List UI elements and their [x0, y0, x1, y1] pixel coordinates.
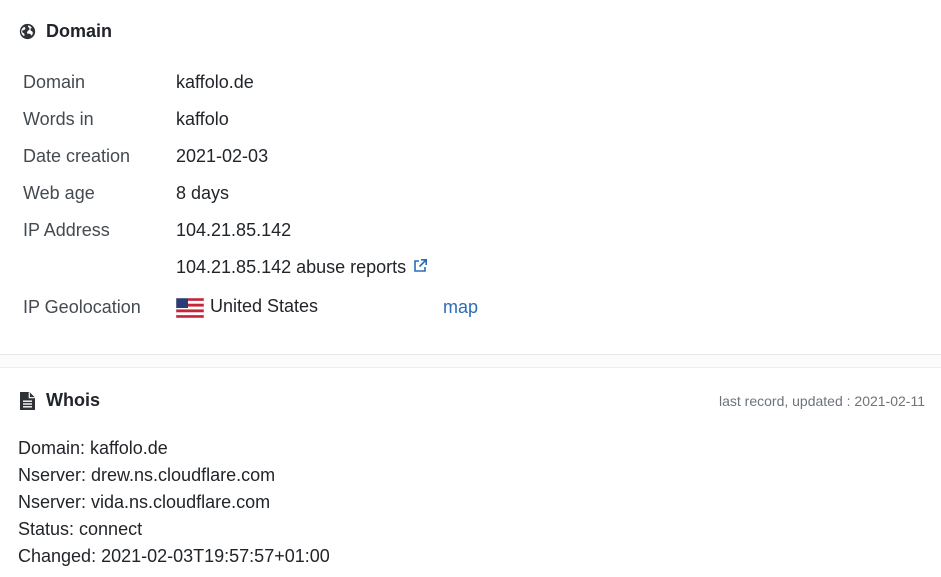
whois-line-changed: Changed: 2021-02-03T19:57:57+01:00 [18, 546, 330, 566]
value-domain: kaffolo.de [176, 71, 254, 92]
label-date-creation: Date creation [23, 145, 131, 166]
value-web-age: 8 days [176, 182, 230, 203]
label-ip-geolocation: IP Geolocation [23, 296, 141, 317]
external-link-icon [412, 258, 428, 274]
whois-title: Whois [46, 390, 100, 410]
geolocation-country: United States [210, 296, 319, 317]
whois-line-nserver-1: Nserver: drew.ns.cloudflare.com [18, 465, 276, 485]
label-web-age: Web age [23, 182, 95, 203]
value-ip-geolocation: United States [175, 296, 319, 318]
whois-line-nserver-2: Nserver: vida.ns.cloudflare.com [18, 492, 271, 512]
row-date-creation: Date creation 2021-02-03 [23, 144, 268, 168]
row-abuse-reports: 104.21.85.142 abuse reports [23, 255, 428, 279]
document-icon [18, 391, 36, 410]
domain-header: Domain [18, 21, 112, 42]
domain-section: Domain Domain kaffolo.de Words in kaffol… [0, 0, 941, 355]
label-words-in: Words in [23, 108, 94, 129]
row-ip-geolocation: IP Geolocation United States map [23, 295, 478, 319]
whois-record: Domain: kaffolo.de Nserver: drew.ns.clou… [18, 435, 330, 570]
value-words-in: kaffolo [176, 108, 229, 129]
whois-line-status: Status: connect [18, 519, 143, 539]
globe-icon [18, 23, 36, 41]
map-link[interactable]: map [443, 297, 478, 318]
section-divider [0, 354, 941, 368]
us-flag-icon [175, 297, 205, 318]
row-domain: Domain kaffolo.de [23, 70, 254, 94]
whois-header: Whois [18, 390, 100, 411]
abuse-reports-label: 104.21.85.142 abuse reports [176, 256, 407, 277]
value-date-creation: 2021-02-03 [176, 145, 269, 166]
label-domain: Domain [23, 71, 86, 92]
whois-updated: last record, updated : 2021-02-11 [719, 393, 925, 409]
row-web-age: Web age 8 days [23, 181, 229, 205]
whois-section: Whois last record, updated : 2021-02-11 … [0, 369, 941, 577]
ip-address-link[interactable]: 104.21.85.142 [176, 220, 291, 241]
row-ip-address: IP Address 104.21.85.142 [23, 218, 291, 242]
abuse-reports-link[interactable]: 104.21.85.142 abuse reports [176, 257, 428, 278]
row-words-in: Words in kaffolo [23, 107, 229, 131]
domain-title: Domain [46, 21, 113, 41]
whois-line-domain: Domain: kaffolo.de [18, 438, 168, 458]
label-ip-address: IP Address [23, 219, 110, 240]
